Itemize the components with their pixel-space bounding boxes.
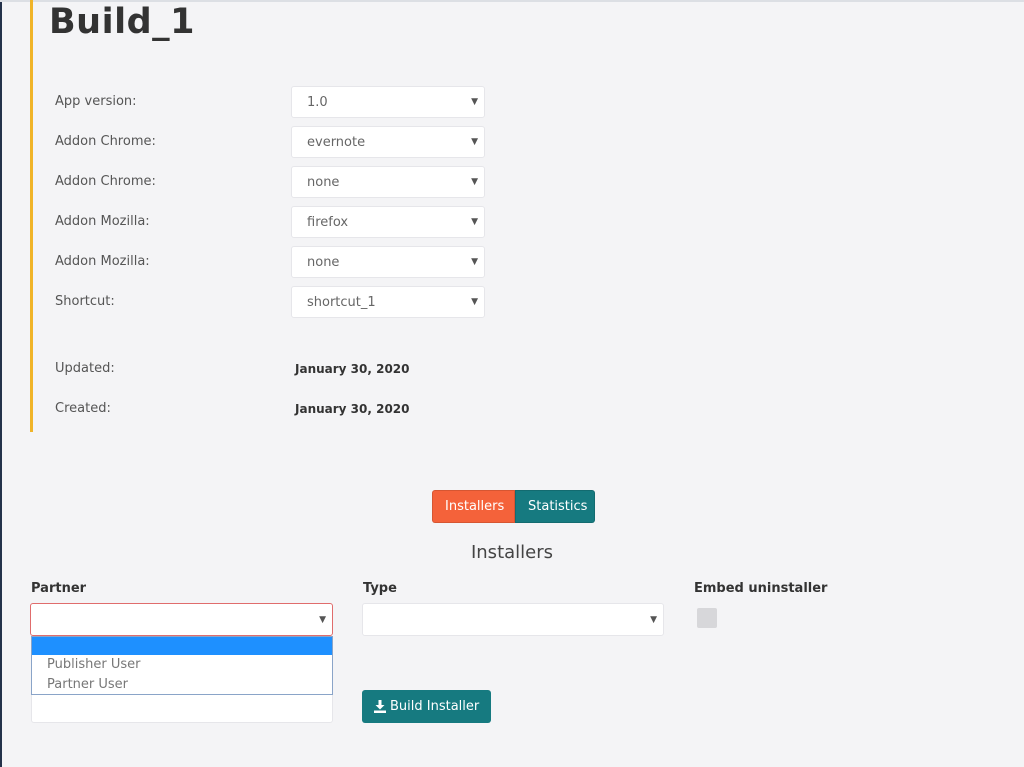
tab-installers[interactable]: Installers bbox=[432, 490, 515, 523]
build-installer-button[interactable]: Build Installer bbox=[362, 690, 491, 723]
created-label: Created: bbox=[55, 401, 111, 416]
build-installer-label: Build Installer bbox=[390, 699, 480, 714]
page-title: Build_1 bbox=[49, 2, 195, 42]
embed-uninstaller-label: Embed uninstaller bbox=[694, 581, 828, 596]
addon-chrome-value-2: none bbox=[307, 175, 340, 190]
partner-dropdown-list: Publisher User Partner User bbox=[31, 636, 333, 695]
chevron-down-icon: ▼ bbox=[471, 137, 478, 147]
app-version-value: 1.0 bbox=[307, 95, 328, 110]
shortcut-value: shortcut_1 bbox=[307, 295, 376, 310]
dropdown-option-empty[interactable] bbox=[32, 637, 332, 655]
tab-group: Installers Statistics bbox=[432, 490, 595, 523]
addon-chrome-label-2: Addon Chrome: bbox=[55, 174, 156, 189]
addon-mozilla-value-2: none bbox=[307, 255, 340, 270]
addon-chrome-value-1: evernote bbox=[307, 135, 366, 150]
shortcut-label: Shortcut: bbox=[55, 294, 115, 309]
chevron-down-icon: ▼ bbox=[471, 97, 478, 107]
chevron-down-icon: ▼ bbox=[471, 297, 478, 307]
chevron-down-icon: ▼ bbox=[471, 257, 478, 267]
download-icon bbox=[374, 700, 386, 713]
partner-select[interactable]: ▼ bbox=[30, 603, 333, 636]
addon-chrome-select-1[interactable]: evernote ▼ bbox=[291, 126, 485, 158]
dropdown-option-partner-user[interactable]: Partner User bbox=[32, 675, 332, 695]
embed-uninstaller-checkbox[interactable] bbox=[697, 608, 717, 628]
addon-mozilla-label-1: Addon Mozilla: bbox=[55, 214, 150, 229]
created-value: January 30, 2020 bbox=[295, 402, 410, 416]
app-version-select[interactable]: 1.0 ▼ bbox=[291, 86, 485, 118]
chevron-down-icon: ▼ bbox=[650, 615, 657, 625]
shortcut-select[interactable]: shortcut_1 ▼ bbox=[291, 286, 485, 318]
dropdown-option-publisher-user[interactable]: Publisher User bbox=[32, 655, 332, 675]
addon-chrome-select-2[interactable]: none ▼ bbox=[291, 166, 485, 198]
addon-mozilla-select-1[interactable]: firefox ▼ bbox=[291, 206, 485, 238]
section-title: Installers bbox=[470, 542, 554, 563]
type-label: Type bbox=[363, 581, 397, 596]
partner-label: Partner bbox=[31, 581, 87, 596]
updated-value: January 30, 2020 bbox=[295, 362, 410, 376]
build-details-panel: Build_1 App version: 1.0 ▼ Addon Chrome:… bbox=[30, 0, 500, 432]
chevron-down-icon: ▼ bbox=[319, 615, 326, 625]
tab-statistics[interactable]: Statistics bbox=[515, 490, 595, 523]
type-select[interactable]: ▼ bbox=[362, 603, 664, 636]
updated-label: Updated: bbox=[55, 361, 115, 376]
partner-field-extension bbox=[31, 695, 333, 723]
left-border bbox=[0, 0, 2, 767]
addon-mozilla-label-2: Addon Mozilla: bbox=[55, 254, 150, 269]
addon-mozilla-value-1: firefox bbox=[307, 215, 349, 230]
addon-mozilla-select-2[interactable]: none ▼ bbox=[291, 246, 485, 278]
chevron-down-icon: ▼ bbox=[471, 177, 478, 187]
app-version-label: App version: bbox=[55, 94, 137, 109]
chevron-down-icon: ▼ bbox=[471, 217, 478, 227]
page: Build_1 App version: 1.0 ▼ Addon Chrome:… bbox=[0, 0, 1024, 767]
addon-chrome-label-1: Addon Chrome: bbox=[55, 134, 156, 149]
